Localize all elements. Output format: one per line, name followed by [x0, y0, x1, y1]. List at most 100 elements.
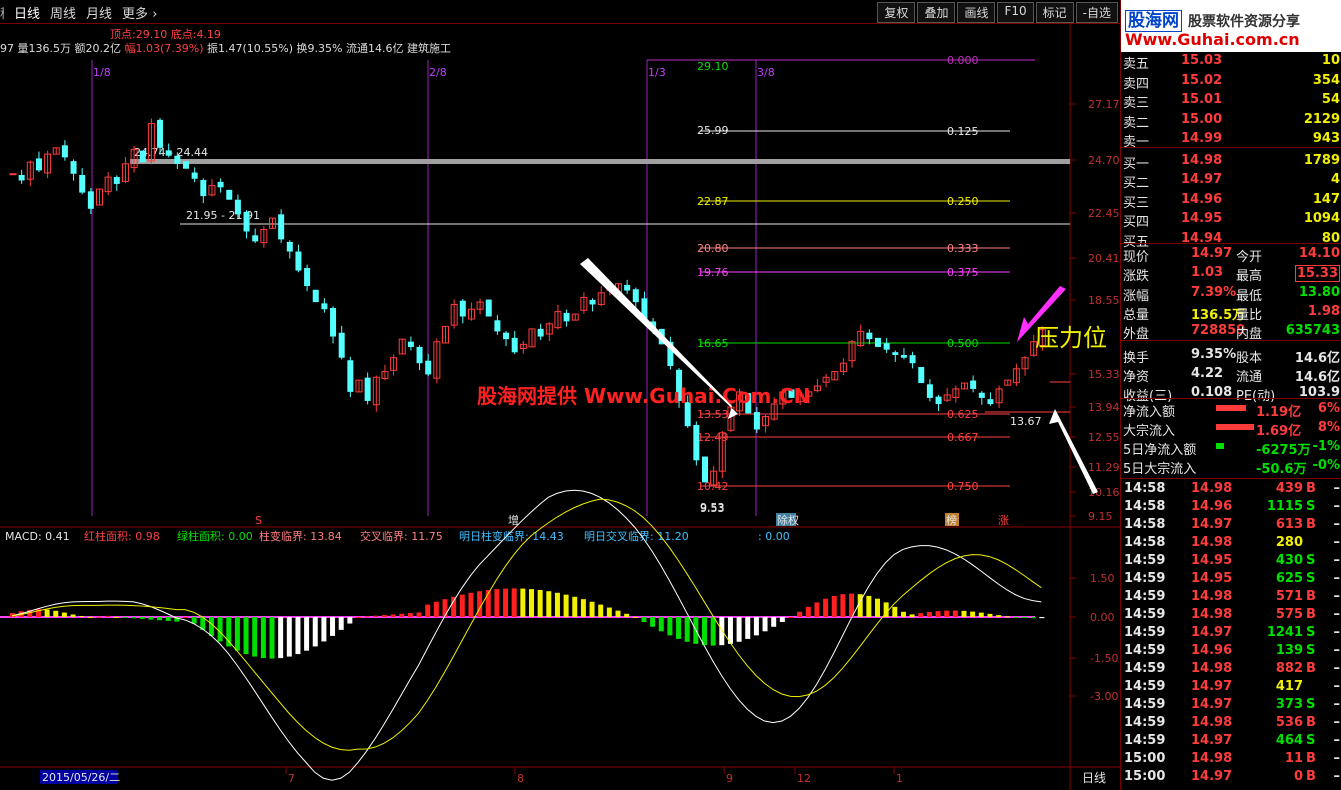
macd-bar: [978, 612, 984, 617]
candle-body: [753, 412, 760, 430]
macd-bar: [252, 617, 258, 657]
ask-row[interactable]: 卖三 15.01 54: [1121, 91, 1341, 111]
macd-bar: [131, 617, 137, 619]
tick-row: 14:59 14.97 464 S –: [1121, 732, 1341, 750]
bid-row[interactable]: 买四 14.95 1094: [1121, 210, 1341, 230]
flow-label: 大宗流入: [1123, 424, 1176, 439]
macd-macd-cross: 交叉临界: 11.75: [360, 529, 443, 543]
tick-count: –: [1333, 769, 1341, 784]
tick-time: 14:58: [1124, 535, 1166, 550]
macd-bar: [554, 592, 560, 617]
macd-bar: [321, 617, 327, 642]
candle-body: [183, 161, 189, 169]
tick-row: 14:59 14.97 1241 S –: [1121, 624, 1341, 642]
kline-chart[interactable]: 27.17 24.70 22.45 20.41 18.55 15.33 13.94 12.55…: [0, 24, 1120, 790]
candle-body: [632, 289, 639, 303]
flow-bar: [1216, 424, 1254, 430]
tick-side: B: [1306, 751, 1316, 766]
ask-row[interactable]: 卖四 15.02 354: [1121, 72, 1341, 92]
candle-body: [79, 174, 86, 193]
macd-bar: [840, 594, 846, 617]
flow-label: 5日大宗流入: [1123, 462, 1197, 477]
tick-side: B: [1306, 589, 1316, 604]
draw-line-button[interactable]: 画线: [957, 2, 996, 23]
watchlist-button[interactable]: -自选: [1075, 2, 1118, 23]
order-label: 买一: [1123, 156, 1150, 172]
tick-count: –: [1333, 715, 1341, 730]
tab-daily[interactable]: 日线: [14, 3, 40, 22]
candle-body: [234, 199, 241, 215]
overlay-button[interactable]: 叠加: [917, 2, 956, 23]
macd-bar: [511, 588, 517, 617]
tick-volume: 1115: [1266, 499, 1303, 514]
restore-rights-button[interactable]: 复权: [877, 2, 916, 23]
tick-volume: 439: [1275, 481, 1303, 496]
macd-bar: [987, 613, 993, 617]
tick-time: 15:00: [1124, 769, 1166, 784]
macd-tick-label: 0.00: [1090, 611, 1115, 624]
quote-row: 总量 136.5万 量比 1.98: [1121, 303, 1341, 323]
macd-bar: [658, 617, 664, 632]
macd-bar: [624, 613, 630, 617]
tab-more-label: 更多: [122, 7, 149, 22]
bid-row[interactable]: 买二 14.97 4: [1121, 171, 1341, 191]
f10-button[interactable]: F10: [997, 2, 1034, 23]
tick-side: B: [1306, 517, 1316, 532]
macd-bar: [477, 591, 483, 617]
quote-label: 净资: [1123, 369, 1150, 385]
macd-macd-line: MACD: 0.41: [5, 530, 70, 543]
quote-label: 涨幅: [1123, 288, 1150, 304]
tick-side: B: [1306, 715, 1316, 730]
quote-summary-line: 97 量136.5万 额20.2亿 幅1.03(7.39%) 振1.47(10.…: [0, 40, 451, 56]
tick-volume: 571: [1275, 589, 1303, 604]
candle-body: [200, 180, 207, 197]
order-label: 买三: [1123, 195, 1150, 211]
fib-price-label: 22.87: [697, 195, 729, 208]
macd-bar: [909, 614, 915, 617]
mark-button[interactable]: 标记: [1035, 2, 1074, 23]
macd-bar: [676, 617, 682, 639]
bid-row[interactable]: 买三 14.96 147: [1121, 191, 1341, 211]
macd-bar: [875, 598, 880, 617]
candle-body: [87, 191, 94, 209]
tab-more[interactable]: 更多 ›: [122, 3, 157, 22]
tick-row: 14:58 14.98 280 –: [1121, 534, 1341, 552]
ask-row[interactable]: 卖五 15.03 10: [1121, 52, 1341, 72]
quote-value: 9.35%: [1191, 346, 1237, 362]
candle-body: [503, 332, 510, 340]
candle-body: [537, 328, 544, 337]
quote-label: 换手: [1123, 350, 1150, 366]
order-volume: 4: [1330, 172, 1340, 187]
date-marker-label: 3/8: [757, 66, 775, 79]
candle-body: [9, 173, 17, 176]
tick-row: 14:59 14.95 625 S –: [1121, 570, 1341, 588]
candle-body: [321, 303, 328, 310]
quote-value: 7.39%: [1191, 284, 1237, 300]
tick-time: 14:59: [1124, 553, 1166, 568]
macd-bar: [762, 617, 768, 632]
fib-price-label: 29.10: [697, 60, 729, 73]
tick-row: 14:59 14.98 882 B –: [1121, 660, 1341, 678]
macd-bar: [900, 611, 906, 617]
fib-ratio-label: 0.333: [947, 242, 979, 255]
ask-row[interactable]: 卖二 15.00 2129: [1121, 111, 1341, 131]
tab-weekly[interactable]: 周线: [50, 3, 76, 22]
candle-body: [139, 150, 146, 163]
candle-body: [970, 380, 977, 389]
order-label: 卖四: [1123, 76, 1150, 92]
tick-row: 14:58 14.97 613 B –: [1121, 516, 1341, 534]
macd-macd-red: 红柱面积: 0.98: [84, 529, 160, 543]
tick-price: 14.98: [1191, 715, 1233, 730]
tick-row: 14:59 14.96 139 S –: [1121, 642, 1341, 660]
flow-bar: [1216, 405, 1246, 411]
macd-bar: [615, 610, 621, 617]
macd-bar: [79, 616, 85, 618]
tab-monthly[interactable]: 月线: [86, 3, 112, 22]
quote-value: 13.80: [1298, 284, 1340, 300]
bid-row[interactable]: 买一 14.98 1789: [1121, 152, 1341, 172]
macd-bar: [831, 595, 837, 617]
macd-bar: [823, 598, 829, 617]
tick-count: –: [1333, 499, 1341, 514]
candle-body: [485, 299, 492, 317]
candle-body: [18, 174, 25, 181]
